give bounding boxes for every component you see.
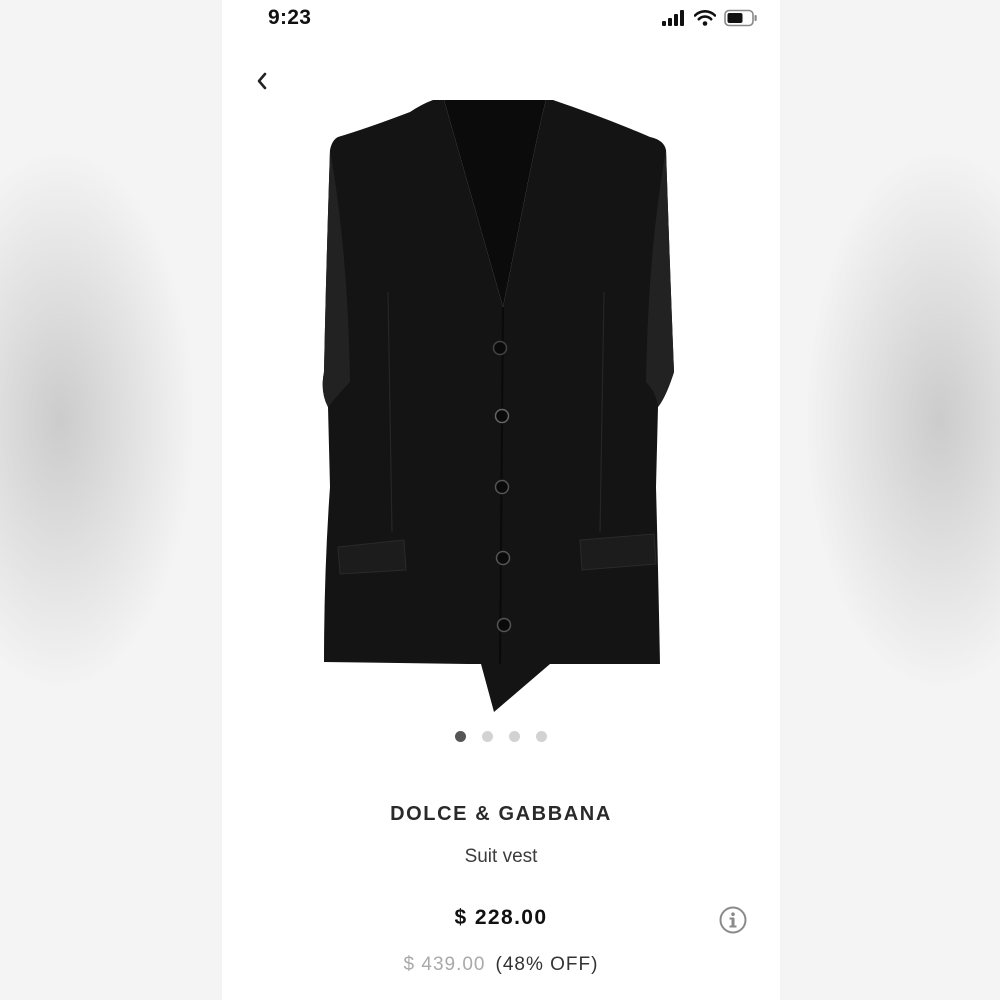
product-image-vest[interactable] [318,92,686,717]
chevron-left-icon [257,72,267,90]
status-time: 9:23 [268,6,312,29]
carousel-dot-4[interactable] [536,731,547,742]
cellular-signal-icon [662,10,684,26]
original-price: $ 439.00 [403,954,486,975]
wifi-icon [694,10,716,26]
carousel-dot-1[interactable] [455,731,466,742]
brand-name[interactable]: DOLCE & GABBANA [222,803,780,826]
battery-icon [724,9,757,27]
current-price: $ 228.00 [454,906,548,929]
carousel-dots [222,731,780,745]
status-bar: 9:23 [222,0,780,40]
status-icons [662,9,758,27]
price-row: $ 439.00 (48% OFF) [222,954,780,976]
carousel-dot-3[interactable] [509,731,520,742]
phone-screen: 9:23 DOLCE & GABBANA Suit vest $ 228.00 … [222,0,780,1000]
info-icon[interactable] [718,905,748,935]
back-button[interactable] [248,66,276,96]
carousel-dot-2[interactable] [482,731,493,742]
discount-label: (48% OFF) [495,954,599,975]
product-name: Suit vest [464,846,538,867]
